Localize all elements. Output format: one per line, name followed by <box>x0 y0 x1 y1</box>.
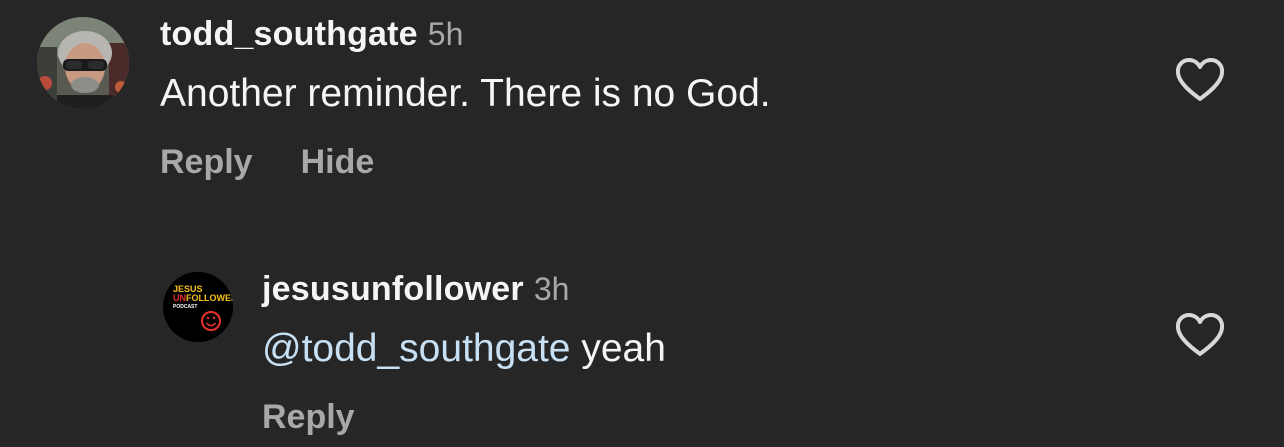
username[interactable]: jesusunfollower <box>262 270 524 308</box>
reply-text: @todd_southgate yeah <box>262 329 666 368</box>
reply-actions: Reply <box>262 400 355 434</box>
comment-header: todd_southgate 5h <box>160 17 463 51</box>
reply-header: jesusunfollower 3h <box>262 272 569 306</box>
heart-outline-icon <box>1175 313 1225 356</box>
avatar[interactable] <box>37 17 129 109</box>
logo-line3: PODCAST <box>173 304 197 310</box>
mention-link[interactable]: @todd_southgate <box>262 327 571 370</box>
heart-outline-icon <box>1175 58 1225 101</box>
profile-photo-icon <box>37 17 129 109</box>
avatar[interactable]: JESUS UNFOLLOWER PODCAST <box>163 272 233 342</box>
reply-button[interactable]: Reply <box>262 398 355 436</box>
hide-button[interactable]: Hide <box>301 143 375 181</box>
comment-actions: Reply Hide <box>160 145 374 179</box>
username[interactable]: todd_southgate <box>160 15 418 53</box>
timestamp: 5h <box>427 16 464 52</box>
comment-text: Another reminder. There is no God. <box>160 72 771 115</box>
reply-body: yeah <box>570 327 666 370</box>
svg-text:UNFOLLOWER: UNFOLLOWER <box>173 293 233 303</box>
like-button[interactable] <box>1175 313 1225 357</box>
timestamp: 3h <box>533 271 570 307</box>
like-button[interactable] <box>1175 58 1225 102</box>
reply-button[interactable]: Reply <box>160 143 253 181</box>
comments-thread: todd_southgate 5h Another reminder. There… <box>0 0 1284 447</box>
podcast-logo: JESUS UNFOLLOWER PODCAST <box>163 272 233 342</box>
